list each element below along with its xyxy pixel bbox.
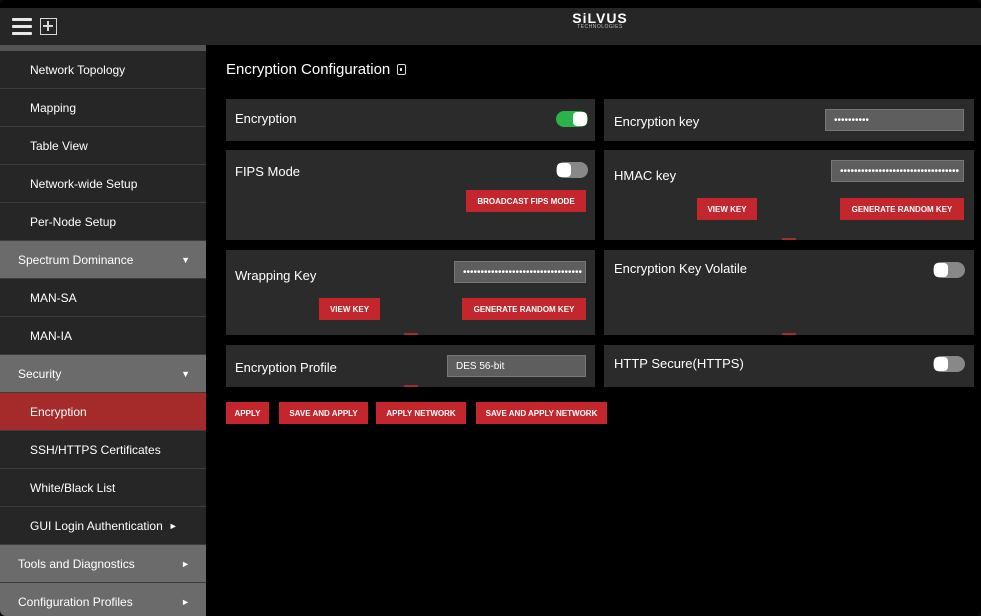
sidebar-item-man-ia[interactable]: MAN-IA [0, 317, 206, 355]
sidebar-item-tools-and-diagnostics[interactable]: Tools and Diagnostics ► [0, 545, 206, 583]
wrapping-key-field[interactable]: •••••••••••••••••••••••••••••••••• [454, 261, 586, 283]
sidebar-item-table-view[interactable]: Table View [0, 127, 206, 165]
page-title-text: Encryption Configuration [226, 61, 391, 78]
sidebar-item-security[interactable]: Security ▼ [0, 355, 206, 393]
caret-right-icon: ► [181, 558, 190, 569]
sidebar-nav: Network Topology Mapping Table View Network… [0, 51, 206, 616]
fips-label: FIPS Mode [235, 164, 301, 179]
volatile-resize-handle[interactable] [782, 333, 796, 335]
encryption-card: Encryption [226, 99, 595, 141]
fips-card: FIPS Mode BROADCAST FIPS MODE [226, 150, 595, 240]
fips-toggle[interactable] [556, 162, 588, 178]
encryption-profile-label: Encryption Profile [235, 360, 337, 375]
hmac-key-field[interactable]: •••••••••••••••••••••••••••••••••• [831, 160, 964, 182]
encryption-key-label: Encryption key [614, 114, 700, 129]
encryption-label: Encryption [235, 111, 297, 126]
sidebar-item-label: Tools and Diagnostics [18, 556, 135, 571]
encryption-toggle[interactable] [556, 111, 588, 127]
wrapping-generate-key-button[interactable]: GENERATE RANDOM KEY [462, 298, 586, 320]
caret-down-icon: ▼ [181, 368, 190, 379]
sidebar-item-label: SSH/HTTPS Certificates [30, 442, 161, 457]
key-volatile-label: Encryption Key Volatile [614, 261, 747, 276]
sidebar-item-label: Per-Node Setup [30, 214, 117, 229]
hmac-view-key-button[interactable]: VIEW KEY [697, 198, 757, 220]
main-content: Encryption Configuration Encryption Encr… [206, 45, 981, 616]
sidebar-item-mapping[interactable]: Mapping [0, 89, 206, 127]
sidebar-item-label: Table View [30, 138, 88, 153]
top-bar: SiLVUS TECHNOLOGIES [0, 8, 981, 45]
wrapping-resize-handle[interactable] [404, 333, 418, 335]
sidebar-item-label: Mapping [30, 100, 77, 115]
sidebar-item-label: Network Topology [30, 62, 126, 77]
hmac-card: HMAC key •••••••••••••••••••••••••••••••… [604, 150, 974, 240]
https-toggle[interactable] [933, 356, 965, 372]
sidebar-item-per-node-setup[interactable]: Per-Node Setup [0, 203, 206, 241]
sidebar-item-white-black-list[interactable]: White/Black List [0, 469, 206, 507]
app-window: SiLVUS TECHNOLOGIES Network Topology Mapp… [0, 0, 981, 616]
encryption-profile-select[interactable]: DES 56-bit [447, 355, 586, 377]
sidebar-item-label: MAN-IA [30, 328, 72, 343]
brand-logo: SiLVUS TECHNOLOGIES [560, 11, 640, 30]
sidebar: Network Topology Mapping Table View Network… [0, 45, 206, 616]
sidebar-item-encryption[interactable]: Encryption [0, 393, 206, 431]
caret-down-icon: ▼ [181, 254, 190, 265]
sidebar-item-label: GUI Login Authentication [30, 518, 163, 533]
wrapping-key-card: Wrapping Key •••••••••••••••••••••••••••… [226, 250, 595, 335]
sidebar-item-configuration-profiles[interactable]: Configuration Profiles ► [0, 583, 206, 616]
sidebar-item-ssh-https-certificates[interactable]: SSH/HTTPS Certificates [0, 431, 206, 469]
sidebar-item-label: White/Black List [30, 480, 116, 495]
sidebar-item-label: Encryption [30, 404, 87, 419]
key-volatile-toggle[interactable] [933, 262, 965, 278]
sidebar-item-label: Configuration Profiles [18, 594, 133, 609]
hmac-generate-key-button[interactable]: GENERATE RANDOM KEY [840, 198, 964, 220]
apply-network-button[interactable]: APPLY NETWORK [376, 402, 466, 424]
sidebar-item-label: Security [18, 366, 62, 381]
wrapping-view-key-button[interactable]: VIEW KEY [319, 298, 380, 320]
wrapping-key-label: Wrapping Key [235, 268, 317, 283]
apply-button[interactable]: APPLY [226, 402, 269, 424]
page-title: Encryption Configuration [226, 61, 407, 78]
https-label: HTTP Secure(HTTPS) [614, 356, 744, 371]
hamburger-icon[interactable] [12, 18, 32, 35]
hmac-label: HMAC key [614, 168, 677, 183]
sidebar-item-label: MAN-SA [30, 290, 77, 305]
sidebar-item-network-wide-setup[interactable]: Network-wide Setup [0, 165, 206, 203]
caret-right-icon: ► [168, 520, 178, 531]
caret-right-icon: ► [181, 596, 190, 607]
sidebar-item-network-topology[interactable]: Network Topology [0, 51, 206, 89]
sidebar-item-label: Spectrum Dominance [18, 252, 134, 267]
save-and-apply-network-button[interactable]: SAVE AND APPLY NETWORK [476, 402, 607, 424]
info-icon[interactable] [397, 64, 407, 75]
encryption-key-card: Encryption key •••••••••• [604, 99, 974, 141]
hmac-resize-handle[interactable] [782, 238, 796, 240]
encryption-key-field[interactable]: •••••••••• [825, 109, 964, 131]
sidebar-item-spectrum-dominance[interactable]: Spectrum Dominance ▼ [0, 241, 206, 279]
save-and-apply-button[interactable]: SAVE AND APPLY [279, 402, 368, 424]
key-volatile-card: Encryption Key Volatile [604, 250, 974, 335]
profile-resize-handle[interactable] [404, 385, 418, 387]
broadcast-fips-button[interactable]: BROADCAST FIPS MODE [466, 190, 586, 212]
https-card: HTTP Secure(HTTPS) [604, 345, 974, 387]
brand-name: SiLVUS [572, 10, 628, 26]
sidebar-item-gui-login-authentication[interactable]: GUI Login Authentication ► [0, 507, 206, 545]
sidebar-item-label: Network-wide Setup [30, 176, 138, 191]
encryption-profile-card: Encryption Profile DES 56-bit [226, 345, 595, 387]
sidebar-item-man-sa[interactable]: MAN-SA [0, 279, 206, 317]
plus-square-icon[interactable] [40, 18, 57, 35]
